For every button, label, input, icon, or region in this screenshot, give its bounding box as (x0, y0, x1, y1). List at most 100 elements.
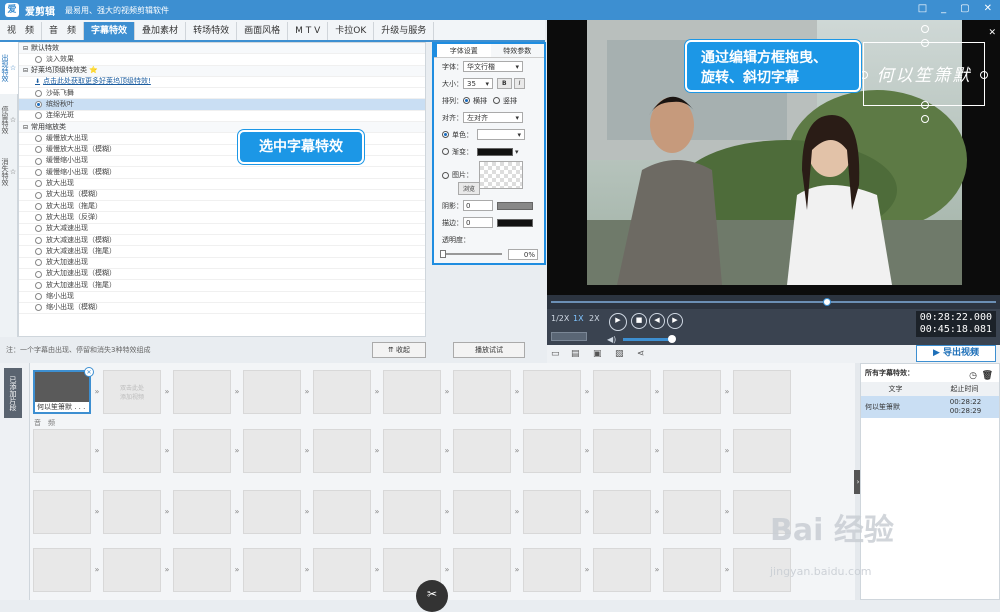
timeline-cell[interactable] (243, 370, 301, 414)
timeline-cell[interactable] (33, 490, 91, 534)
more-effects-link[interactable]: ⬇ 点击此处获取更多好莱坞顶级特效! (19, 77, 425, 89)
transition-arrow-icon[interactable]: » (372, 429, 382, 473)
transition-arrow-icon[interactable]: » (372, 490, 382, 534)
collapse-button[interactable]: ⇈ 收起 (372, 342, 426, 358)
transition-arrow-icon[interactable]: » (722, 490, 732, 534)
play-icon[interactable]: ▶ (609, 313, 627, 331)
transition-arrow-icon[interactable]: » (302, 429, 312, 473)
timeline-cell[interactable] (593, 429, 651, 473)
timeline-cell[interactable] (313, 370, 371, 414)
timeline-cell[interactable] (103, 490, 161, 534)
timeline-cell[interactable] (383, 490, 441, 534)
speed-2x[interactable]: 2X (589, 314, 600, 323)
tab-audio[interactable]: 音 频 (42, 22, 85, 40)
timeline-cell[interactable] (593, 490, 651, 534)
timeline-cell[interactable] (173, 490, 231, 534)
tab-overlay[interactable]: 叠加素材 (135, 22, 187, 40)
gradient-radio[interactable] (442, 148, 449, 155)
tab-transition[interactable]: 转场特效 (186, 22, 238, 40)
opacity-slider[interactable] (440, 250, 502, 258)
transition-arrow-icon[interactable]: » (512, 548, 522, 592)
transition-arrow-icon[interactable]: » (442, 429, 452, 473)
timeline-cell[interactable] (663, 548, 721, 592)
timeline-clip[interactable]: 何以笙箫默 . . . ✕ (33, 367, 94, 414)
stroke-color-swatch[interactable] (497, 218, 533, 227)
transition-arrow-icon[interactable]: » (92, 429, 102, 473)
transition-arrow-icon[interactable]: » (372, 548, 382, 592)
transition-arrow-icon[interactable]: » (652, 548, 662, 592)
preview-play-button[interactable]: 播放试试 (453, 342, 525, 358)
skin-icon[interactable]: □ (918, 3, 927, 14)
shadow-input[interactable]: 0 (463, 200, 493, 211)
timeline-cell[interactable] (663, 370, 721, 414)
transition-arrow-icon[interactable]: » (92, 490, 102, 534)
effect-item[interactable]: 缓慢放大出现（模糊） (19, 145, 425, 156)
effect-category[interactable]: ⊟ 默认特效 (19, 43, 425, 55)
progress-knob[interactable] (822, 298, 831, 306)
transition-arrow-icon[interactable]: » (232, 370, 242, 414)
shadow-color-swatch[interactable] (497, 201, 533, 210)
tab-effect-params[interactable]: 特效参数 (491, 44, 545, 57)
effect-item[interactable]: 缤纷秋叶 (19, 99, 425, 111)
tab-mtv[interactable]: M T V (288, 22, 329, 40)
close-button[interactable]: ✕ (984, 3, 992, 14)
solid-color-select[interactable]: ▾ (477, 129, 525, 140)
volume-icon[interactable]: ◀) (607, 335, 616, 344)
timeline-cell[interactable] (103, 548, 161, 592)
browse-button[interactable]: 浏览 (458, 182, 481, 195)
timeline-cell[interactable] (243, 548, 301, 592)
monitor-icon[interactable]: ▭ (551, 349, 560, 359)
transition-arrow-icon[interactable]: » (302, 490, 312, 534)
transition-arrow-icon[interactable]: » (92, 548, 102, 592)
chevron-down-icon[interactable]: ▾ (515, 148, 519, 156)
transition-arrow-icon[interactable]: » (162, 490, 172, 534)
effect-category[interactable]: ⊟ 好莱坞顶级特效类 ⭐ (19, 65, 425, 77)
image-radio[interactable] (442, 171, 449, 179)
layout-vertical-radio[interactable] (493, 97, 500, 104)
timeline-cell[interactable] (733, 370, 791, 414)
transition-arrow-icon[interactable]: » (232, 548, 242, 592)
transition-arrow-icon[interactable]: » (162, 370, 172, 414)
timeline-cell[interactable] (243, 429, 301, 473)
frame-step-bar[interactable] (551, 332, 587, 341)
tab-style[interactable]: 画面风格 (237, 22, 289, 40)
side-tab-appear[interactable]: ☆ 出现特效 (0, 42, 18, 94)
timeline-cell[interactable] (593, 370, 651, 414)
clock-icon[interactable]: ◷ (969, 367, 977, 385)
timeline-cell[interactable]: 双击此处 添加视频 (103, 370, 161, 414)
speed-half[interactable]: 1/2X (551, 314, 569, 323)
transition-arrow-icon[interactable]: » (652, 490, 662, 534)
italic-button[interactable]: I (513, 78, 526, 89)
timeline-cell[interactable] (313, 548, 371, 592)
timeline-cell[interactable] (453, 370, 511, 414)
tab-added-clips[interactable]: 已添加片段 (4, 368, 22, 418)
share-icon[interactable]: ⋖ (637, 349, 645, 359)
effect-item[interactable]: 放大减速出现 (19, 224, 425, 236)
timeline-cell[interactable] (33, 548, 91, 592)
side-tab-disappear[interactable]: ☆ 消失特效 (0, 146, 18, 198)
transition-arrow-icon[interactable]: » (162, 429, 172, 473)
export-video-button[interactable]: ▶ 导出视频 (916, 345, 996, 362)
speed-1x[interactable]: 1X (573, 314, 584, 323)
solid-color-radio[interactable] (442, 131, 449, 138)
transition-arrow-icon[interactable]: » (652, 429, 662, 473)
tab-video[interactable]: 视 频 (0, 22, 43, 40)
timeline-cell[interactable] (383, 370, 441, 414)
align-select[interactable]: 左对齐 ▾ (463, 112, 523, 123)
next-frame-icon[interactable]: ▶ (667, 313, 683, 329)
effect-item[interactable]: 缩小出现 (19, 292, 425, 303)
transition-arrow-icon[interactable]: » (442, 490, 452, 534)
transition-arrow-icon[interactable]: » (442, 370, 452, 414)
timeline-cell[interactable] (103, 429, 161, 473)
font-select[interactable]: 华文行楷 ▾ (463, 61, 523, 72)
transition-arrow-icon[interactable]: » (582, 548, 592, 592)
tab-karaoke[interactable]: 卡拉OK (328, 22, 375, 40)
transition-arrow-icon[interactable]: » (162, 548, 172, 592)
effect-item[interactable]: 放大减速出现（拖尾） (19, 246, 425, 258)
transition-arrow-icon[interactable]: » (92, 370, 102, 414)
effect-item[interactable]: 连绵光斑 (19, 111, 425, 123)
timeline-cell[interactable] (523, 370, 581, 414)
transition-arrow-icon[interactable]: » (302, 370, 312, 414)
effect-category[interactable]: ⊟ 常用缩放类 (19, 122, 425, 134)
save-icon[interactable]: ▣ (593, 349, 602, 359)
